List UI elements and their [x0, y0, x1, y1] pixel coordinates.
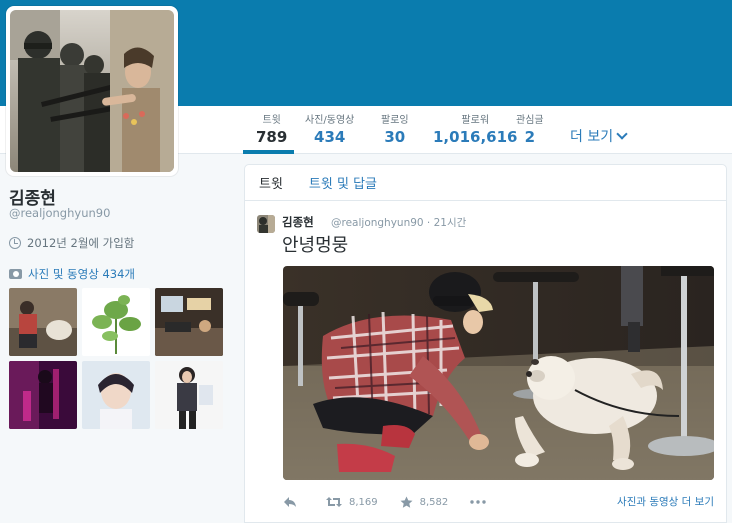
stat-label: 사진/동영상 — [305, 115, 355, 126]
join-date: 2012년 2월에 가입함 — [9, 235, 134, 251]
stat-value: 789 — [256, 128, 288, 146]
profile-handle[interactable]: @realjonghyun90 — [9, 206, 110, 220]
photo-thumbnail[interactable] — [9, 361, 77, 429]
stat-label: 팔로워 — [461, 115, 490, 126]
more-button[interactable]: 더 보기 — [570, 126, 628, 146]
tweet-text: 안녕멍뭉 — [282, 235, 349, 256]
more-label: 더 보기 — [570, 129, 614, 145]
avatar-image — [10, 10, 174, 172]
more-dots-icon — [470, 500, 486, 504]
like-count: 8,582 — [419, 496, 449, 508]
photo-grid — [9, 288, 224, 430]
tab-tweets-replies[interactable]: 트윗 및 답글 — [309, 173, 377, 192]
more-actions-button[interactable] — [470, 500, 493, 504]
photo-thumbnail[interactable] — [9, 288, 77, 356]
clock-icon — [9, 237, 21, 249]
stat-value: 30 — [384, 128, 406, 146]
stat-label: 트윗 — [262, 115, 281, 126]
stat-likes[interactable]: 관심글 2 — [516, 114, 544, 147]
stat-tweets[interactable]: 트윗 789 — [256, 114, 287, 147]
photo-thumbnail[interactable] — [155, 288, 223, 356]
reply-icon — [284, 497, 296, 507]
active-stat-indicator — [243, 150, 294, 154]
reply-button[interactable] — [283, 496, 304, 508]
stat-label: 관심글 — [516, 115, 544, 126]
retweet-count: 8,169 — [349, 496, 378, 508]
profile-avatar[interactable] — [6, 6, 178, 176]
retweet-icon — [326, 497, 342, 507]
tweet-avatar[interactable] — [257, 215, 275, 233]
stat-value: 434 — [314, 128, 346, 146]
join-date-text: 2012년 2월에 가입함 — [27, 236, 135, 250]
star-icon — [400, 496, 413, 508]
stat-followers[interactable]: 팔로워 1,016,616 — [433, 114, 517, 147]
like-button[interactable]: 8,582 — [400, 496, 449, 509]
photos-videos-label: 사진 및 동영상 434개 — [28, 267, 135, 281]
chevron-down-icon — [616, 128, 628, 140]
more-media-link[interactable]: 사진과 동영상 더 보기 — [617, 494, 714, 509]
stat-label: 팔로잉 — [381, 115, 409, 126]
stat-value: 2 — [524, 128, 536, 146]
camera-icon — [9, 269, 22, 279]
stat-value: 1,016,616 — [433, 128, 518, 146]
timeline-tabs: 트윗 트윗 및 답글 — [245, 165, 726, 201]
stat-photos-videos[interactable]: 사진/동영상 434 — [305, 114, 354, 147]
stat-following[interactable]: 팔로잉 30 — [381, 114, 409, 147]
tweet-photo[interactable] — [283, 266, 714, 480]
tab-tweets[interactable]: 트윗 — [259, 173, 283, 192]
photo-thumbnail[interactable] — [82, 288, 150, 356]
tweet[interactable]: 김종현 @realjonghyun90 · 21시간 안녕멍뭉 8,169 8,… — [245, 202, 726, 523]
tweet-handle-time[interactable]: @realjonghyun90 · 21시간 — [331, 215, 466, 230]
photo-thumbnail[interactable] — [82, 361, 150, 429]
photos-videos-link[interactable]: 사진 및 동영상 434개 — [9, 266, 135, 282]
retweet-button[interactable]: 8,169 — [326, 496, 378, 508]
tweet-author-name[interactable]: 김종현 — [282, 214, 314, 230]
photo-thumbnail[interactable] — [155, 361, 223, 429]
timeline-panel: 트윗 트윗 및 답글 김종현 @realjonghyun90 · 21시간 안녕… — [244, 164, 727, 523]
